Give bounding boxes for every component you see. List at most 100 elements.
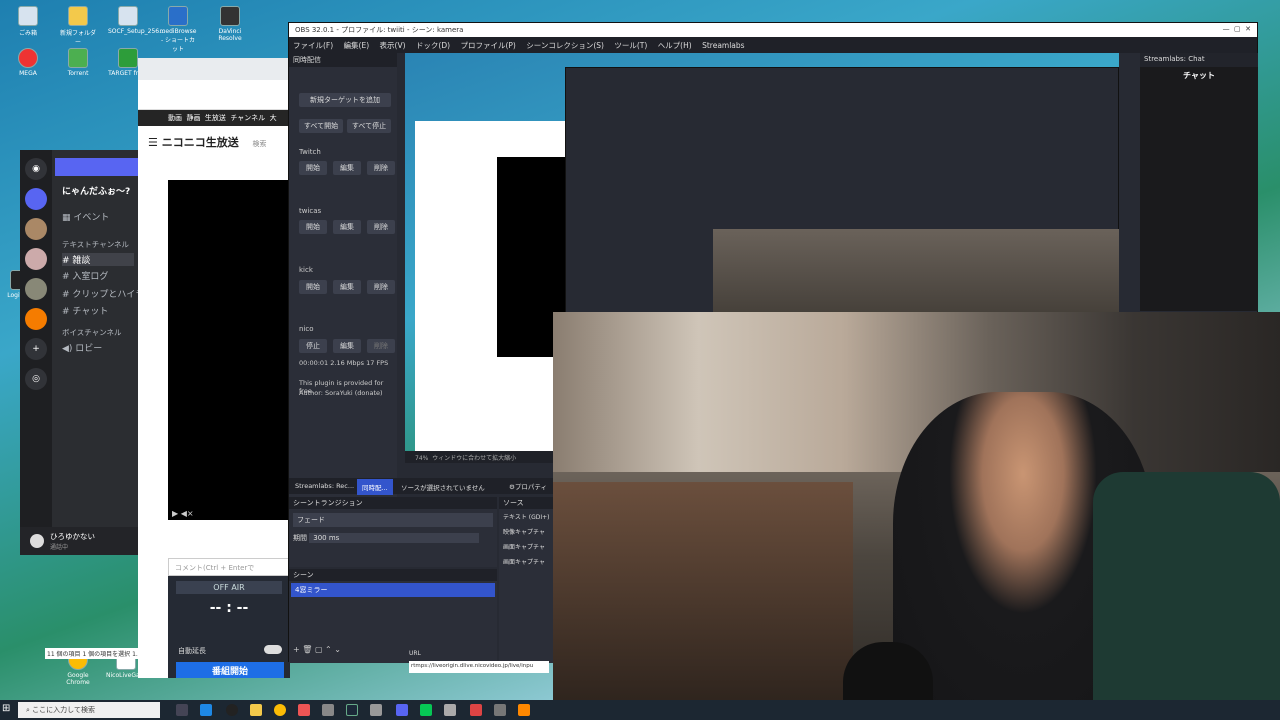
stop-all-button[interactable]: すべて停止: [347, 119, 391, 133]
voice-channels-header[interactable]: ボイスチャンネル: [62, 327, 122, 338]
scene-controls[interactable]: + 🗑 ▢ ⌃ ⌄: [293, 645, 341, 654]
events-item[interactable]: ▦ イベント: [62, 210, 109, 223]
app-icon[interactable]: [444, 704, 456, 716]
channel-item[interactable]: # 雑談: [62, 253, 134, 266]
app-icon[interactable]: [494, 704, 506, 716]
source-item[interactable]: 画面キャプチャ: [499, 539, 555, 554]
desktop-icon-mega[interactable]: MEGA: [8, 48, 48, 77]
chat-title: チャット: [1183, 71, 1215, 80]
menu-tools[interactable]: ツール(T): [614, 41, 647, 50]
hash-icon: #: [62, 272, 73, 282]
menu-icon[interactable]: ☰: [148, 136, 162, 149]
steam-icon[interactable]: [346, 704, 358, 716]
target-edit-button[interactable]: 編集: [333, 280, 361, 294]
target-edit-button[interactable]: 編集: [333, 339, 361, 353]
target-stop-button[interactable]: 停止: [299, 339, 327, 353]
desktop-icon-torrent[interactable]: Torrent: [58, 48, 98, 77]
window-controls[interactable]: — ▢ ✕: [1223, 25, 1251, 33]
address-bar[interactable]: [138, 80, 290, 110]
server-name[interactable]: にゃんだふぉ～?: [62, 184, 130, 197]
server-icon[interactable]: [25, 278, 47, 300]
menu-scene-collection[interactable]: シーンコレクション(S): [526, 41, 604, 50]
properties-button[interactable]: ⚙プロパティ: [509, 481, 547, 491]
obs-icon[interactable]: [226, 704, 238, 716]
channel-item[interactable]: # 入室ログ: [62, 269, 108, 282]
start-button[interactable]: ⊞: [2, 703, 10, 714]
browser-tabs[interactable]: [138, 58, 290, 80]
discord-icon[interactable]: [396, 704, 408, 716]
text-channels-header[interactable]: テキストチャンネル: [62, 239, 129, 250]
target-delete-button[interactable]: 削除: [367, 280, 395, 294]
tab-streamlabs-rec[interactable]: Streamlabs: Rec...: [295, 482, 354, 490]
search-input[interactable]: 検索: [253, 140, 267, 148]
app-icon[interactable]: [470, 704, 482, 716]
server-icon[interactable]: [25, 248, 47, 270]
desktop-icon-medibrowse[interactable]: mediBrowse - ショートカット: [158, 6, 198, 53]
nav-live[interactable]: 生放送: [205, 114, 226, 122]
app-icon[interactable]: [370, 704, 382, 716]
desktop-icon-socf[interactable]: SOCF_Setup_256...: [108, 6, 165, 35]
line-icon[interactable]: [420, 704, 432, 716]
nico-logo[interactable]: ニコニコ生放送: [162, 136, 239, 149]
target-delete-button[interactable]: 削除: [367, 220, 395, 234]
add-target-button[interactable]: 新規ターゲットを追加: [299, 93, 391, 107]
scene-item[interactable]: 4窓ミラー: [291, 583, 495, 597]
taskbar-search[interactable]: ⌕ ここに入力して検索: [18, 702, 160, 718]
target-start-button[interactable]: 開始: [299, 161, 327, 175]
plugin-author[interactable]: Author: SoraYuki (donate): [299, 389, 383, 397]
nav-douga[interactable]: 動画: [168, 114, 182, 122]
server-icon[interactable]: [25, 188, 47, 210]
server-icon[interactable]: [25, 308, 47, 330]
desktop-icon-folder[interactable]: 新規フォルダー: [58, 6, 98, 46]
app-icon[interactable]: [322, 704, 334, 716]
discord-home-icon[interactable]: ◉: [25, 158, 47, 180]
desktop-icon-davinci[interactable]: DaVinci Resolve: [210, 6, 250, 42]
voice-channel-item[interactable]: ◀) ロビー: [62, 341, 102, 354]
tab-multistream[interactable]: 同時配...: [357, 479, 393, 495]
nav-more[interactable]: 大: [270, 114, 277, 122]
chrome-icon[interactable]: [274, 704, 286, 716]
nav-seiga[interactable]: 静画: [186, 114, 200, 122]
target-edit-button[interactable]: 編集: [333, 161, 361, 175]
menu-file[interactable]: ファイル(F): [293, 41, 333, 50]
explorer-icon[interactable]: [250, 704, 262, 716]
desktop-icon-recycle[interactable]: ごみ箱: [8, 6, 48, 37]
menu-streamlabs[interactable]: Streamlabs: [702, 41, 744, 50]
app-icon[interactable]: [518, 704, 530, 716]
user-panel[interactable]: ひろゆかない 通話中: [20, 527, 140, 555]
channel-item[interactable]: # チャット: [62, 304, 108, 317]
source-item[interactable]: 映像キャプチャ: [499, 524, 555, 539]
target-delete-button[interactable]: 削除: [367, 339, 395, 353]
menu-help[interactable]: ヘルプ(H): [658, 41, 692, 50]
menu-edit[interactable]: 編集(E): [344, 41, 370, 50]
menu-dock[interactable]: ドック(D): [416, 41, 450, 50]
nav-channel[interactable]: チャンネル: [230, 114, 265, 122]
comment-input[interactable]: コメント(Ctrl + Enterで: [168, 558, 290, 576]
menu-profile[interactable]: プロファイル(P): [460, 41, 515, 50]
start-broadcast-button[interactable]: 番組開始: [176, 662, 284, 678]
obs-titlebar: OBS 32.0.1 - プロファイル: twiiti - シーン: kamer…: [289, 23, 1257, 37]
source-item[interactable]: 画面キャプチャ: [499, 554, 555, 569]
volume-icon[interactable]: ◀×: [181, 509, 194, 518]
target-delete-button[interactable]: 削除: [367, 161, 395, 175]
menu-view[interactable]: 表示(V): [380, 41, 406, 50]
url-field[interactable]: rtmps://liveorigin.dlive.nicovideo.jp/li…: [409, 661, 549, 673]
target-start-button[interactable]: 開始: [299, 220, 327, 234]
auto-extend-toggle[interactable]: [264, 645, 282, 654]
transition-select[interactable]: フェード: [293, 513, 493, 527]
start-all-button[interactable]: すべて開始: [299, 119, 343, 133]
preview-zoom[interactable]: 74%: [415, 455, 428, 462]
target-edit-button[interactable]: 編集: [333, 220, 361, 234]
edge-icon[interactable]: [200, 704, 212, 716]
source-item[interactable]: テキスト (GDI+): [499, 509, 555, 524]
add-server-icon[interactable]: +: [25, 338, 47, 360]
taskview-icon[interactable]: [176, 704, 188, 716]
preview-scale-mode[interactable]: ウィンドウに合わせて拡大縮小: [432, 455, 516, 462]
brave-icon[interactable]: [298, 704, 310, 716]
duration-input[interactable]: 300 ms: [309, 533, 480, 543]
play-icon[interactable]: ▶: [172, 509, 181, 518]
target-start-button[interactable]: 開始: [299, 280, 327, 294]
live-video[interactable]: ▶ ◀×: [168, 180, 290, 520]
server-icon[interactable]: [25, 218, 47, 240]
explore-icon[interactable]: ◎: [25, 368, 47, 390]
